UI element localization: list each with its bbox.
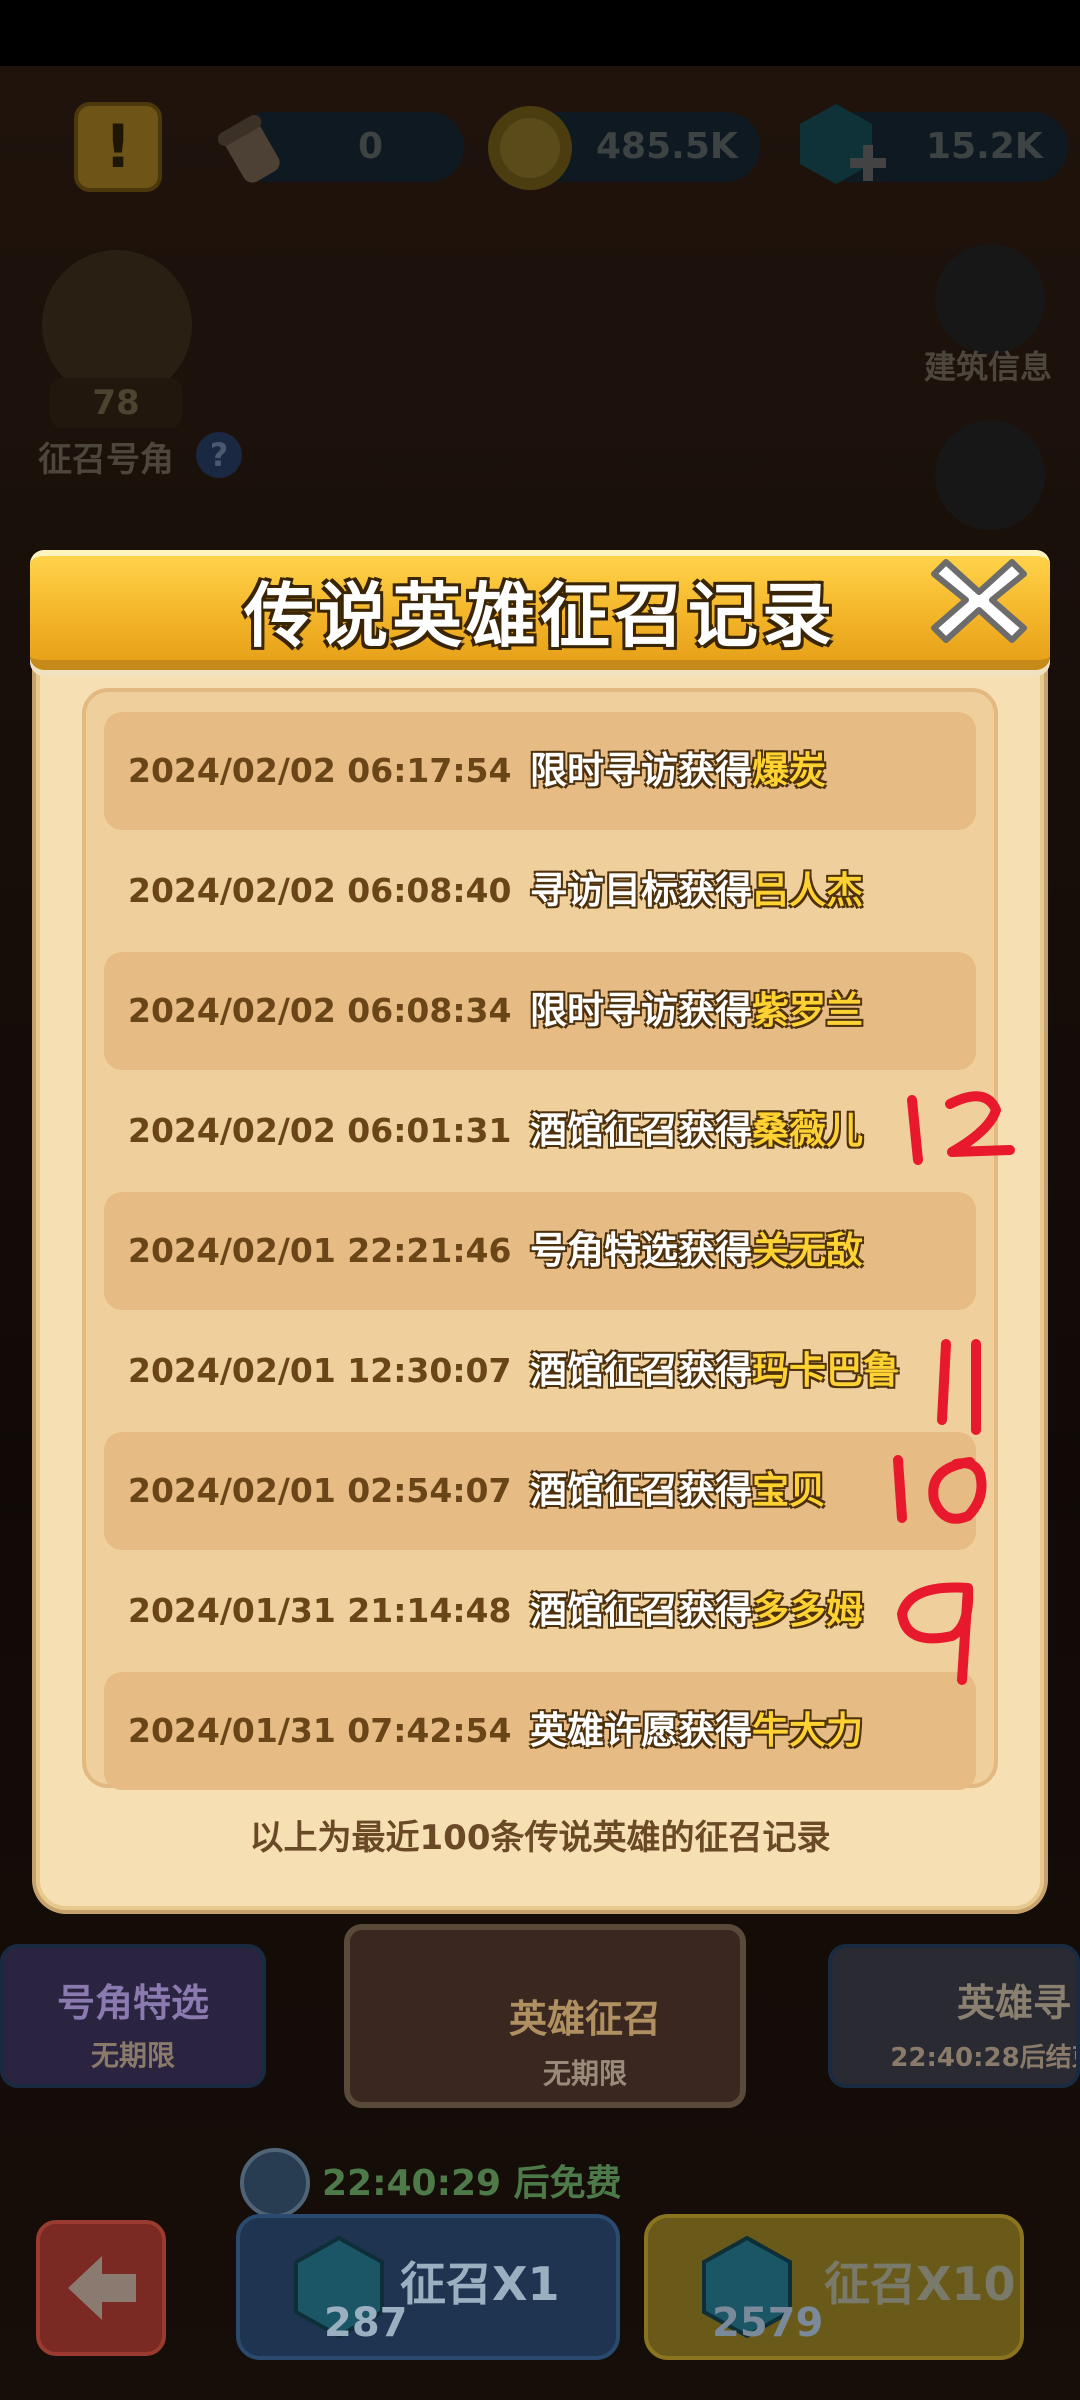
back-button[interactable] [36,2220,166,2356]
record-time: 2024/02/01 12:30:07 [128,1351,512,1390]
hero-name: 牛大力 [752,1709,863,1752]
record-desc: 酒馆征召获得玛卡巴鲁 [530,1349,900,1392]
hero-name: 吕人杰 [752,869,863,912]
record-time: 2024/01/31 21:14:48 [128,1591,512,1630]
summon-x1-label: 征召X1 [400,2257,560,2311]
record-desc: 酒馆征召获得桑薇儿 [530,1109,863,1152]
horn-select-card[interactable]: 号角特选 无期限 [0,1944,266,2088]
hero-search-card[interactable]: 英雄寻 22:40:28后结束 [828,1944,1080,2088]
hero-summon-card[interactable]: 英雄征召 无期限 [344,1924,746,2108]
record-desc: 酒馆征召获得多多姆 [530,1589,863,1632]
record-desc: 酒馆征召获得宝贝 [530,1469,826,1512]
card-title: 英雄寻 [956,1981,1071,2025]
hero-name: 爆炭 [752,749,826,792]
record-desc: 号角特选获得关无敌 [530,1229,863,1272]
back-arrow-icon [68,2256,136,2320]
card-sub: 无期限 [542,2057,627,2090]
record-desc: 英雄许愿获得牛大力 [530,1709,863,1752]
card-sub: 无期限 [90,2039,175,2072]
record-desc: 限时寻访获得爆炭 [530,749,826,792]
card-sub: 22:40:28后结束 [890,2043,1080,2073]
hero-name: 桑薇儿 [752,1109,863,1152]
record-row: 2024/02/02 06:08:34 限时寻访获得紫罗兰 [104,952,976,1070]
card-title: 号角特选 [56,1981,209,2025]
close-icon[interactable] [924,548,1034,648]
status-bar [0,0,1080,66]
record-time: 2024/02/02 06:01:31 [128,1111,512,1150]
record-row: 2024/02/02 06:01:31 酒馆征召获得桑薇儿 [104,1072,976,1190]
record-row: 2024/01/31 21:14:48 酒馆征召获得多多姆 [104,1552,976,1670]
record-row: 2024/02/02 06:08:40 寻访目标获得吕人杰 [104,832,976,950]
record-time: 2024/02/01 22:21:46 [128,1231,512,1270]
free-timer-text: 22:40:29 后免费 [322,2163,622,2204]
summon-x10-cost: 2579 [712,2300,824,2346]
summon-x10-label: 征召X10 [824,2257,1016,2311]
record-desc: 寻访目标获得吕人杰 [530,869,863,912]
record-time: 2024/02/02 06:08:40 [128,871,512,910]
hero-name: 紫罗兰 [752,989,863,1032]
summon-x1-cost: 287 [324,2300,408,2346]
record-row: 2024/01/31 07:42:54 英雄许愿获得牛大力 [104,1672,976,1790]
card-title: 英雄征召 [508,1997,661,2041]
hero-name: 关无敌 [752,1229,863,1272]
hero-name: 宝贝 [752,1469,826,1512]
summon-x10-button[interactable]: 征召X10 2579 [644,2214,1024,2360]
record-time: 2024/01/31 07:42:54 [128,1711,512,1750]
clock-icon [240,2148,310,2218]
hero-name: 多多姆 [752,1589,863,1632]
summon-x1-button[interactable]: 征召X1 287 [236,2214,620,2360]
record-footer-note: 以上为最近100条传说英雄的征召记录 [249,1818,831,1858]
record-row: 2024/02/01 12:30:07 酒馆征召获得玛卡巴鲁 [104,1312,976,1430]
record-desc: 限时寻访获得紫罗兰 [530,989,863,1032]
dialog-title: 传说英雄征召记录 [244,575,836,657]
record-time: 2024/02/02 06:08:34 [128,991,512,1030]
record-row: 2024/02/02 06:17:54 限时寻访获得爆炭 [104,712,976,830]
record-time: 2024/02/01 02:54:07 [128,1471,512,1510]
record-time: 2024/02/02 06:17:54 [128,751,512,790]
hero-name: 玛卡巴鲁 [752,1349,900,1392]
record-list[interactable]: 2024/02/02 06:17:54 限时寻访获得爆炭 2024/02/02 … [82,688,998,1790]
record-row: 2024/02/01 02:54:07 酒馆征召获得宝贝 [104,1432,976,1550]
record-row: 2024/02/01 22:21:46 号角特选获得关无敌 [104,1192,976,1310]
